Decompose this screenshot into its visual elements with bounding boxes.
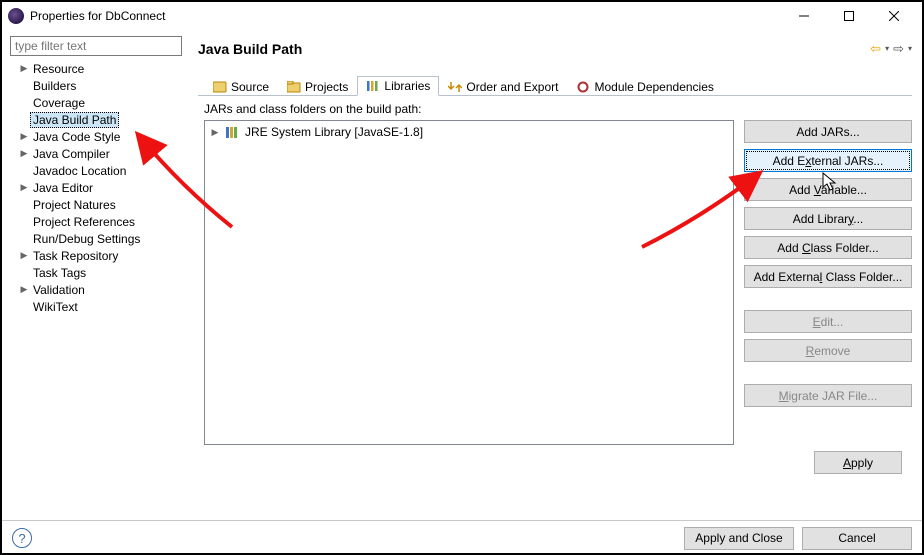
add-external-class-folder-button[interactable]: Add External Class Folder... <box>744 265 912 288</box>
add-library-button[interactable]: Add Library... <box>744 207 912 230</box>
close-button[interactable] <box>871 3 916 29</box>
edit-button: Edit... <box>744 310 912 333</box>
sidebar-item-resource[interactable]: ▶Resource <box>10 60 186 77</box>
tab-label: Module Dependencies <box>594 80 713 94</box>
add-jars-button[interactable]: Add JARs... <box>744 120 912 143</box>
sidebar-item-label: Java Build Path <box>30 112 119 128</box>
sidebar-item-task-tags[interactable]: Task Tags <box>10 264 186 281</box>
tree-item-jre[interactable]: ▶ JRE System Library [JavaSE-1.8] <box>209 125 729 139</box>
forward-menu-icon[interactable]: ▾ <box>908 44 912 53</box>
sidebar-item-label: Task Repository <box>30 249 121 263</box>
chevron-right-icon: ▶ <box>18 148 30 159</box>
tab-projects[interactable]: Projects <box>278 77 357 96</box>
sidebar-item-validation[interactable]: ▶Validation <box>10 281 186 298</box>
footer: ? Apply and Close Cancel <box>2 520 922 555</box>
sidebar-item-java-editor[interactable]: ▶Java Editor <box>10 179 186 196</box>
tab-module-deps[interactable]: Module Dependencies <box>567 77 722 96</box>
apply-button[interactable]: Apply <box>814 451 902 474</box>
migrate-jar-button: Migrate JAR File... <box>744 384 912 407</box>
nav-history: ⇦ ▾ ⇨ ▾ <box>870 41 912 57</box>
window-title: Properties for DbConnect <box>30 9 781 23</box>
sidebar-item-java-compiler[interactable]: ▶Java Compiler <box>10 145 186 162</box>
remove-button: Remove <box>744 339 912 362</box>
filter-input[interactable] <box>10 36 182 56</box>
sidebar-item-run-debug-settings[interactable]: Run/Debug Settings <box>10 230 186 247</box>
library-icon <box>225 125 241 139</box>
content-area: Java Build Path ⇦ ▾ ⇨ ▾ Source Projects Li… <box>190 30 922 520</box>
sidebar-item-label: Task Tags <box>30 266 89 280</box>
sidebar-item-label: Java Code Style <box>30 130 123 144</box>
chevron-right-icon: ▶ <box>18 250 30 261</box>
tab-label: Order and Export <box>466 80 558 94</box>
tab-order-export[interactable]: Order and Export <box>439 77 567 96</box>
chevron-right-icon: ▶ <box>18 131 30 142</box>
category-tree[interactable]: ▶ResourceBuildersCoverageJava Build Path… <box>6 60 186 315</box>
chevron-right-icon: ▶ <box>18 284 30 295</box>
sidebar-item-wikitext[interactable]: WikiText <box>10 298 186 315</box>
add-class-folder-button[interactable]: Add Class Folder... <box>744 236 912 259</box>
module-icon <box>576 81 590 93</box>
tab-label: Source <box>231 80 269 94</box>
sidebar-item-java-build-path[interactable]: Java Build Path <box>10 111 186 128</box>
minimize-button[interactable] <box>781 3 826 29</box>
sidebar-item-label: Coverage <box>30 96 88 110</box>
source-icon <box>213 81 227 93</box>
add-variable-button[interactable]: Add Variable... <box>744 178 912 201</box>
sidebar-item-label: Java Editor <box>30 181 96 195</box>
button-column: Add JARs... Add External JARs... Add Var… <box>744 120 912 445</box>
sidebar-item-project-natures[interactable]: Project Natures <box>10 196 186 213</box>
chevron-right-icon: ▶ <box>18 182 30 193</box>
sidebar-item-label: Builders <box>30 79 79 93</box>
chevron-right-icon[interactable]: ▶ <box>209 127 221 138</box>
back-menu-icon[interactable]: ▾ <box>885 44 889 53</box>
list-caption: JARs and class folders on the build path… <box>204 102 912 116</box>
apply-and-close-button[interactable]: Apply and Close <box>684 527 794 550</box>
sidebar-item-javadoc-location[interactable]: Javadoc Location <box>10 162 186 179</box>
projects-icon <box>287 81 301 93</box>
back-icon[interactable]: ⇦ <box>870 41 881 57</box>
sidebar-item-label: Run/Debug Settings <box>30 232 143 246</box>
add-external-jars-button[interactable]: Add External JARs... <box>744 149 912 172</box>
tabs: Source Projects Libraries Order and Expo… <box>198 74 912 96</box>
help-icon[interactable]: ? <box>12 528 32 548</box>
titlebar: Properties for DbConnect <box>2 2 922 30</box>
sidebar-item-label: Javadoc Location <box>30 164 129 178</box>
sidebar-item-label: WikiText <box>30 300 81 314</box>
maximize-button[interactable] <box>826 3 871 29</box>
sidebar-item-label: Project Natures <box>30 198 119 212</box>
sidebar-item-coverage[interactable]: Coverage <box>10 94 186 111</box>
sidebar-item-project-references[interactable]: Project References <box>10 213 186 230</box>
libraries-icon <box>366 80 380 92</box>
cancel-button[interactable]: Cancel <box>802 527 912 550</box>
sidebar-item-java-code-style[interactable]: ▶Java Code Style <box>10 128 186 145</box>
tab-label: Libraries <box>384 79 430 93</box>
tab-source[interactable]: Source <box>204 77 278 96</box>
order-icon <box>448 81 462 93</box>
chevron-right-icon: ▶ <box>18 63 30 74</box>
sidebar-item-label: Java Compiler <box>30 147 113 161</box>
page-title: Java Build Path <box>198 41 870 57</box>
forward-icon[interactable]: ⇨ <box>893 41 904 57</box>
sidebar-item-label: Resource <box>30 62 87 76</box>
tab-label: Projects <box>305 80 348 94</box>
sidebar-item-task-repository[interactable]: ▶Task Repository <box>10 247 186 264</box>
sidebar-item-builders[interactable]: Builders <box>10 77 186 94</box>
libraries-tree[interactable]: ▶ JRE System Library [JavaSE-1.8] <box>204 120 734 445</box>
sidebar: ▶ResourceBuildersCoverageJava Build Path… <box>2 30 190 520</box>
sidebar-item-label: Project References <box>30 215 138 229</box>
tab-libraries[interactable]: Libraries <box>357 76 439 96</box>
eclipse-icon <box>8 8 24 24</box>
sidebar-item-label: Validation <box>30 283 88 297</box>
tree-item-label: JRE System Library [JavaSE-1.8] <box>245 125 423 139</box>
